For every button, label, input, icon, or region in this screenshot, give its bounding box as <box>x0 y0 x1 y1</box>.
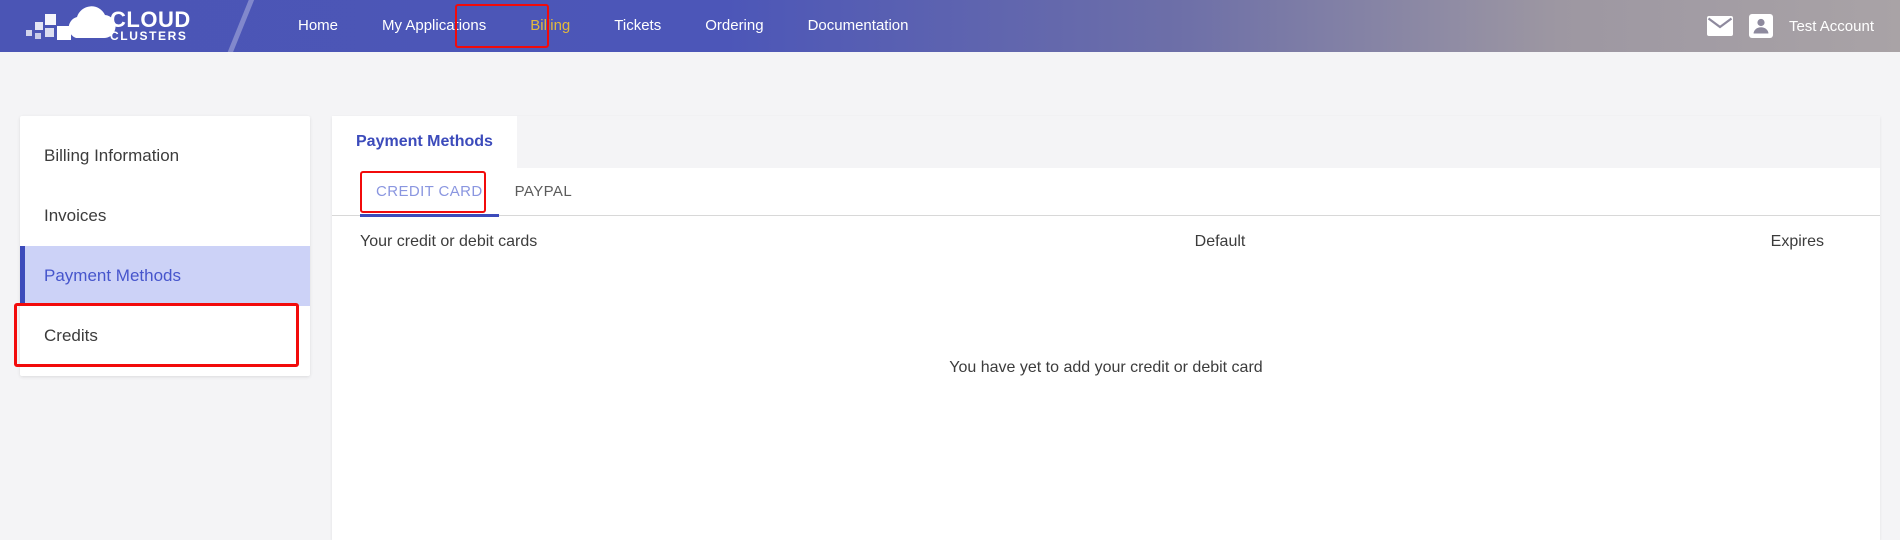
sidebar-item-label: Credits <box>44 326 98 346</box>
subtab-paypal[interactable]: PAYPAL <box>499 168 588 216</box>
sidebar-item-billing-information[interactable]: Billing Information <box>20 126 310 186</box>
card-tabbar: Payment Methods <box>332 116 1880 168</box>
payment-methods-card: Payment Methods CREDIT CARD PAYPAL Your … <box>332 116 1880 540</box>
sidebar-item-credits[interactable]: Credits <box>20 306 310 366</box>
tab-payment-methods[interactable]: Payment Methods <box>332 116 517 168</box>
account-name-label[interactable]: Test Account <box>1789 18 1874 35</box>
cards-table-header: Your credit or debit cards Default Expir… <box>332 216 1880 268</box>
nav-item-label: Home <box>298 17 338 34</box>
nav-item-home[interactable]: Home <box>276 0 360 52</box>
nav-item-documentation[interactable]: Documentation <box>786 0 931 52</box>
nav-item-label: Tickets <box>614 17 661 34</box>
nav-item-label: Billing <box>530 17 570 34</box>
subtab-credit-card[interactable]: CREDIT CARD <box>360 168 499 216</box>
nav-item-billing[interactable]: Billing <box>508 0 592 52</box>
card-body: CREDIT CARD PAYPAL Your credit or debit … <box>332 168 1880 540</box>
sidebar-item-payment-methods[interactable]: Payment Methods <box>20 246 310 306</box>
envelope-icon[interactable] <box>1707 16 1733 36</box>
nav-item-tickets[interactable]: Tickets <box>592 0 683 52</box>
billing-sidebar: Billing Information Invoices Payment Met… <box>20 116 310 376</box>
brand-divider-slash <box>224 0 260 52</box>
top-navbar: CLOUD CLUSTERS Home My Applications Bill… <box>0 0 1900 52</box>
sidebar-item-label: Payment Methods <box>44 266 181 286</box>
cloud-logo-icon: CLOUD CLUSTERS <box>24 4 196 49</box>
column-header-cards: Your credit or debit cards <box>360 233 1080 251</box>
page-body: Billing Information Invoices Payment Met… <box>0 52 1900 540</box>
account-avatar-icon[interactable] <box>1749 14 1773 38</box>
column-header-default: Default <box>1080 233 1360 251</box>
sidebar-item-label: Invoices <box>44 206 106 226</box>
sidebar-item-invoices[interactable]: Invoices <box>20 186 310 246</box>
nav-item-my-applications[interactable]: My Applications <box>360 0 508 52</box>
nav-item-label: My Applications <box>382 17 486 34</box>
nav-item-ordering[interactable]: Ordering <box>683 0 785 52</box>
column-header-expires: Expires <box>1360 233 1880 251</box>
subtab-label: CREDIT CARD <box>376 183 483 200</box>
sidebar-item-label: Billing Information <box>44 146 179 166</box>
subtab-label: PAYPAL <box>515 183 572 200</box>
nav-item-label: Ordering <box>705 17 763 34</box>
nav-item-label: Documentation <box>808 17 909 34</box>
svg-text:CLUSTERS: CLUSTERS <box>110 29 187 43</box>
cards-empty-state: You have yet to add your credit or debit… <box>332 268 1880 468</box>
payment-type-subtabs: CREDIT CARD PAYPAL <box>332 168 1880 216</box>
primary-nav: Home My Applications Billing Tickets Ord… <box>276 0 930 52</box>
tab-label: Payment Methods <box>356 133 493 150</box>
brand-logo-area[interactable]: CLOUD CLUSTERS <box>24 0 224 52</box>
navbar-right-group: Test Account <box>1707 0 1874 52</box>
